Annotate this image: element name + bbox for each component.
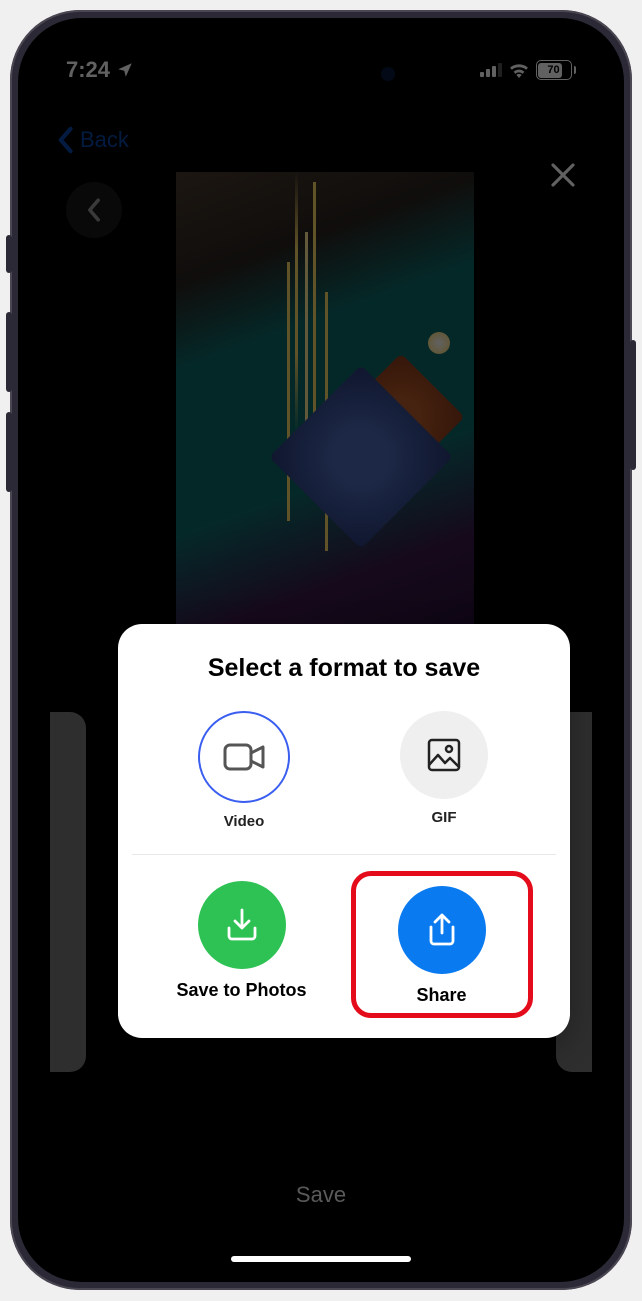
side-button [6, 235, 12, 273]
share-icon-circle [398, 886, 486, 974]
save-to-photos-label: Save to Photos [176, 979, 306, 1002]
divider [132, 854, 556, 855]
save-label: Save [24, 1182, 618, 1208]
format-video[interactable]: Video [174, 711, 314, 830]
save-to-photos-button[interactable]: Save to Photos [162, 881, 322, 1012]
volume-up-button [6, 312, 12, 392]
format-video-label: Video [224, 813, 265, 830]
share-button[interactable]: Share [351, 871, 533, 1018]
share-icon [421, 909, 463, 951]
share-label: Share [416, 984, 466, 1007]
video-icon [222, 739, 266, 775]
volume-down-button [6, 412, 12, 492]
gif-icon-circle [400, 711, 488, 799]
download-icon [221, 904, 263, 946]
phone-frame: 7:24 70 [10, 10, 632, 1290]
home-indicator[interactable] [231, 1256, 411, 1262]
power-button [630, 340, 636, 470]
modal-title: Select a format to save [138, 654, 550, 683]
battery-percent: 70 [547, 64, 559, 76]
screen: 7:24 70 [24, 24, 618, 1276]
image-icon [424, 735, 464, 775]
format-modal: Select a format to save Video [118, 624, 570, 1038]
strip-prev[interactable] [50, 712, 86, 1072]
save-icon-circle [198, 881, 286, 969]
phone-bezel: 7:24 70 [18, 18, 624, 1282]
action-row: Save to Photos Share [138, 881, 550, 1012]
background-layer: 7:24 70 [24, 24, 618, 1276]
format-row: Video GIF [138, 711, 550, 854]
stage: 7:24 70 [0, 0, 642, 1301]
video-icon-circle [198, 711, 290, 803]
format-gif-label: GIF [432, 809, 457, 826]
format-gif[interactable]: GIF [374, 711, 514, 830]
